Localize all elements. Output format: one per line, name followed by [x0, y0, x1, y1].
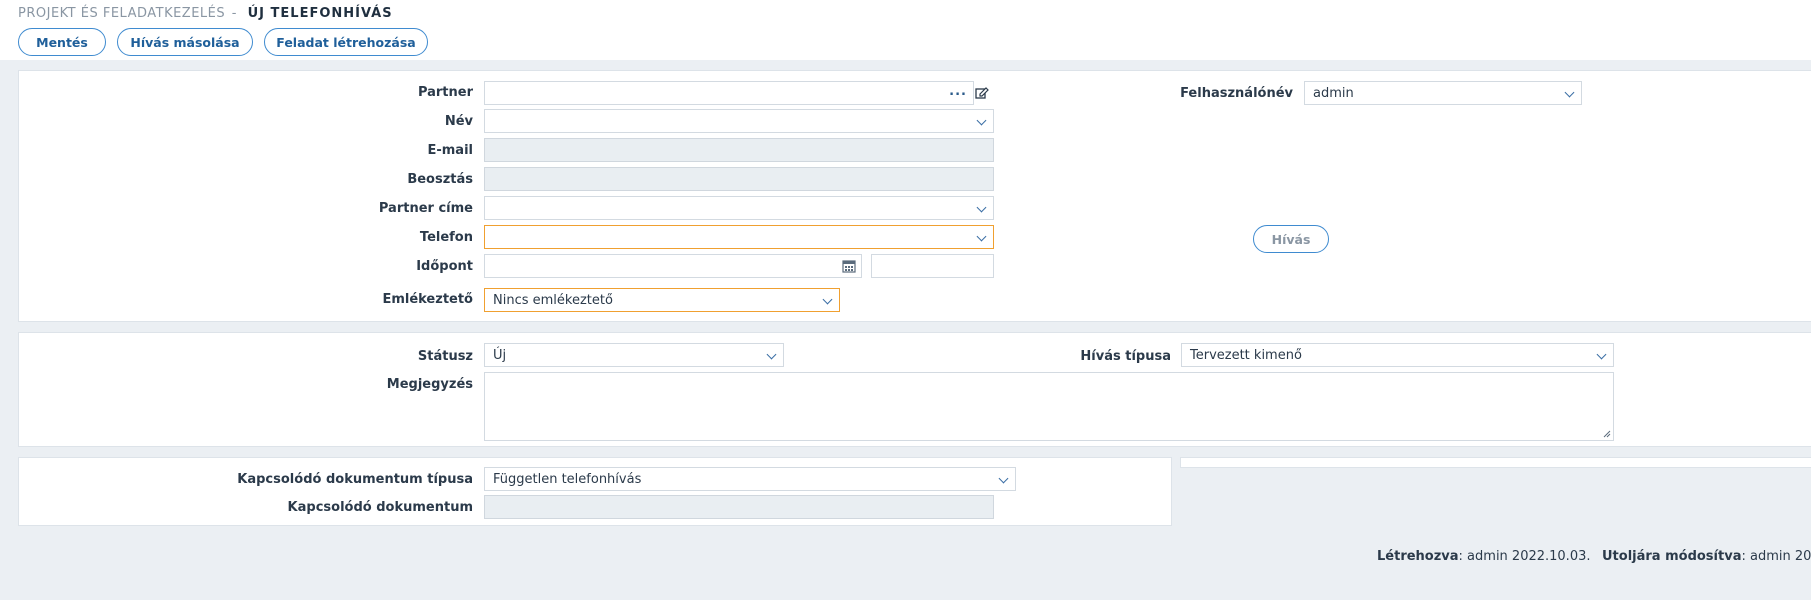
- create-task-button[interactable]: Feladat létrehozása: [264, 28, 428, 56]
- time-label: Időpont: [416, 259, 473, 274]
- partner-browse-icon[interactable]: ...: [949, 84, 967, 99]
- doc-label: Kapcsolódó dokumentum: [287, 500, 473, 515]
- partner-label: Partner: [417, 85, 473, 100]
- call-type-select[interactable]: Tervezett kimenő: [1181, 343, 1614, 367]
- chevron-down-icon: [822, 294, 833, 305]
- chevron-down-icon: [766, 349, 777, 360]
- phone-select[interactable]: [484, 225, 994, 249]
- status-label: Státusz: [417, 349, 473, 364]
- position-field: [484, 167, 994, 191]
- username-select[interactable]: admin: [1304, 81, 1582, 105]
- status-select[interactable]: Új: [484, 343, 784, 367]
- name-label: Név: [444, 114, 473, 129]
- partner-address-select[interactable]: [484, 196, 994, 220]
- call-type-value: Tervezett kimenő: [1190, 348, 1302, 363]
- top-bar: Projekt és feladatkezelés - Új telefonhí…: [0, 0, 1811, 60]
- chevron-down-icon: [976, 231, 987, 242]
- doc-field: [484, 495, 994, 519]
- status-value: Új: [493, 348, 507, 363]
- date-input[interactable]: [484, 254, 862, 278]
- username-label: Felhasználónév: [1180, 86, 1293, 101]
- chevron-down-icon: [976, 202, 987, 213]
- note-textarea[interactable]: [484, 372, 1614, 441]
- reminder-label: Emlékeztető: [382, 292, 473, 307]
- modified-label: Utoljára módosítva: [1602, 549, 1742, 564]
- created-info: Létrehozva: admin 2022.10.03.: [1377, 549, 1591, 564]
- breadcrumb-module[interactable]: Projekt és feladatkezelés: [18, 6, 225, 21]
- copy-call-button[interactable]: Hívás másolása: [117, 28, 253, 56]
- time-input[interactable]: [871, 254, 994, 278]
- edit-icon[interactable]: [975, 86, 989, 100]
- calendar-icon[interactable]: [842, 259, 856, 273]
- doc-type-select[interactable]: Független telefonhívás: [484, 467, 1016, 491]
- chevron-down-icon: [1564, 87, 1575, 98]
- resize-handle-icon[interactable]: [1603, 430, 1611, 438]
- breadcrumb-separator: -: [231, 6, 237, 21]
- doc-type-value: Független telefonhívás: [493, 472, 642, 487]
- call-button[interactable]: Hívás: [1253, 225, 1329, 253]
- partner-input[interactable]: ...: [484, 81, 974, 105]
- save-button[interactable]: Mentés: [18, 28, 106, 56]
- side-panel: [1180, 457, 1811, 468]
- doc-type-label: Kapcsolódó dokumentum típusa: [237, 472, 473, 487]
- reminder-select[interactable]: Nincs emlékeztető: [484, 288, 840, 312]
- call-type-label: Hívás típusa: [1080, 349, 1171, 364]
- note-label: Megjegyzés: [386, 377, 473, 392]
- chevron-down-icon: [976, 115, 987, 126]
- chevron-down-icon: [1596, 349, 1607, 360]
- modified-info: Utoljára módosítva: admin 2022.: [1602, 549, 1811, 564]
- partner-address-label: Partner címe: [378, 201, 473, 216]
- page-title: Új telefonhívás: [247, 6, 393, 21]
- created-value: : admin 2022.10.03.: [1458, 549, 1591, 564]
- reminder-value: Nincs emlékeztető: [493, 293, 613, 308]
- position-label: Beosztás: [407, 172, 473, 187]
- email-label: E-mail: [427, 143, 473, 158]
- created-label: Létrehozva: [1377, 549, 1459, 564]
- name-select[interactable]: [484, 109, 994, 133]
- modified-value: : admin 2022.: [1741, 549, 1811, 564]
- phone-label: Telefon: [419, 230, 473, 245]
- email-field: [484, 138, 994, 162]
- breadcrumb: Projekt és feladatkezelés - Új telefonhí…: [18, 6, 393, 21]
- chevron-down-icon: [998, 473, 1009, 484]
- username-value: admin: [1313, 86, 1354, 101]
